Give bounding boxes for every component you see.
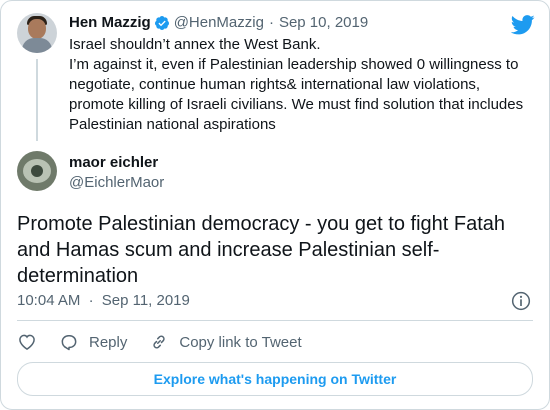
heart-icon: [19, 334, 35, 350]
explore-twitter-button[interactable]: Explore what's happening on Twitter: [17, 362, 533, 396]
info-icon[interactable]: [511, 291, 531, 311]
reply-button[interactable]: Reply: [59, 332, 127, 352]
thread-connector-line: [36, 59, 38, 141]
tweet-actions: Reply Copy link to Tweet: [17, 331, 324, 353]
parent-tweet-content: Hen Mazzig @HenMazzig · Sep 10, 2019 Isr…: [69, 13, 533, 135]
separator-dot: ·: [88, 292, 94, 309]
author-name[interactable]: maor eichler: [69, 151, 533, 173]
reply-label: Reply: [89, 333, 128, 351]
tweet-text-line: Israel shouldn’t annex the West Bank.: [69, 36, 321, 53]
reply-tweet-header: maor eichler @EichlerMaor: [17, 151, 533, 193]
tweet-text-line: determination: [17, 265, 139, 287]
tweet-time: 10:04 AM: [17, 292, 81, 309]
author-handle[interactable]: @HenMazzig: [174, 13, 264, 33]
separator-dot: ·: [268, 14, 274, 31]
tweet-text-line: I’m against it, even if Palestinian lead…: [69, 56, 519, 73]
link-icon: [153, 335, 165, 349]
tweet-text-line: Palestinian national aspirations: [69, 116, 276, 133]
avatar-maor-eichler[interactable]: [17, 151, 57, 191]
tweet-text-line: promote killing of Israeli civilians. We…: [69, 96, 524, 113]
author-handle[interactable]: @EichlerMaor: [69, 173, 533, 193]
tweet-date[interactable]: Sep 10, 2019: [279, 13, 368, 33]
embedded-tweet-card: Hen Mazzig @HenMazzig · Sep 10, 2019 Isr…: [0, 0, 550, 410]
tweet-text-line: Promote Palestinian democracy - you get …: [17, 213, 506, 235]
copy-link-button[interactable]: Copy link to Tweet: [149, 332, 302, 352]
parent-tweet[interactable]: Hen Mazzig @HenMazzig · Sep 10, 2019 Isr…: [17, 13, 533, 141]
like-button[interactable]: [17, 332, 37, 352]
tweet-text-line: negotiate, continue human rights& intern…: [69, 76, 481, 93]
author-name[interactable]: Hen Mazzig: [69, 13, 151, 33]
parent-tweet-header: Hen Mazzig @HenMazzig · Sep 10, 2019: [69, 13, 533, 33]
parent-tweet-text: Israel shouldn’t annex the West Bank. I’…: [69, 35, 533, 135]
tweet-text-line: and Hamas scum and increase Palestinian …: [17, 239, 440, 261]
reply-author-block: maor eichler @EichlerMaor: [69, 151, 533, 193]
verified-badge-icon: [154, 16, 169, 30]
reply-bubble-icon: [61, 335, 77, 351]
tweet-timestamp[interactable]: 10:04 AM · Sep 11, 2019: [17, 291, 190, 311]
avatar-hen-mazzig[interactable]: [17, 13, 57, 53]
reply-tweet-text: Promote Palestinian democracy - you get …: [17, 211, 537, 289]
copy-link-label: Copy link to Tweet: [179, 333, 302, 351]
tweet-date: Sep 11, 2019: [101, 292, 190, 309]
divider: [17, 320, 533, 321]
twitter-bird-icon[interactable]: [511, 15, 535, 35]
